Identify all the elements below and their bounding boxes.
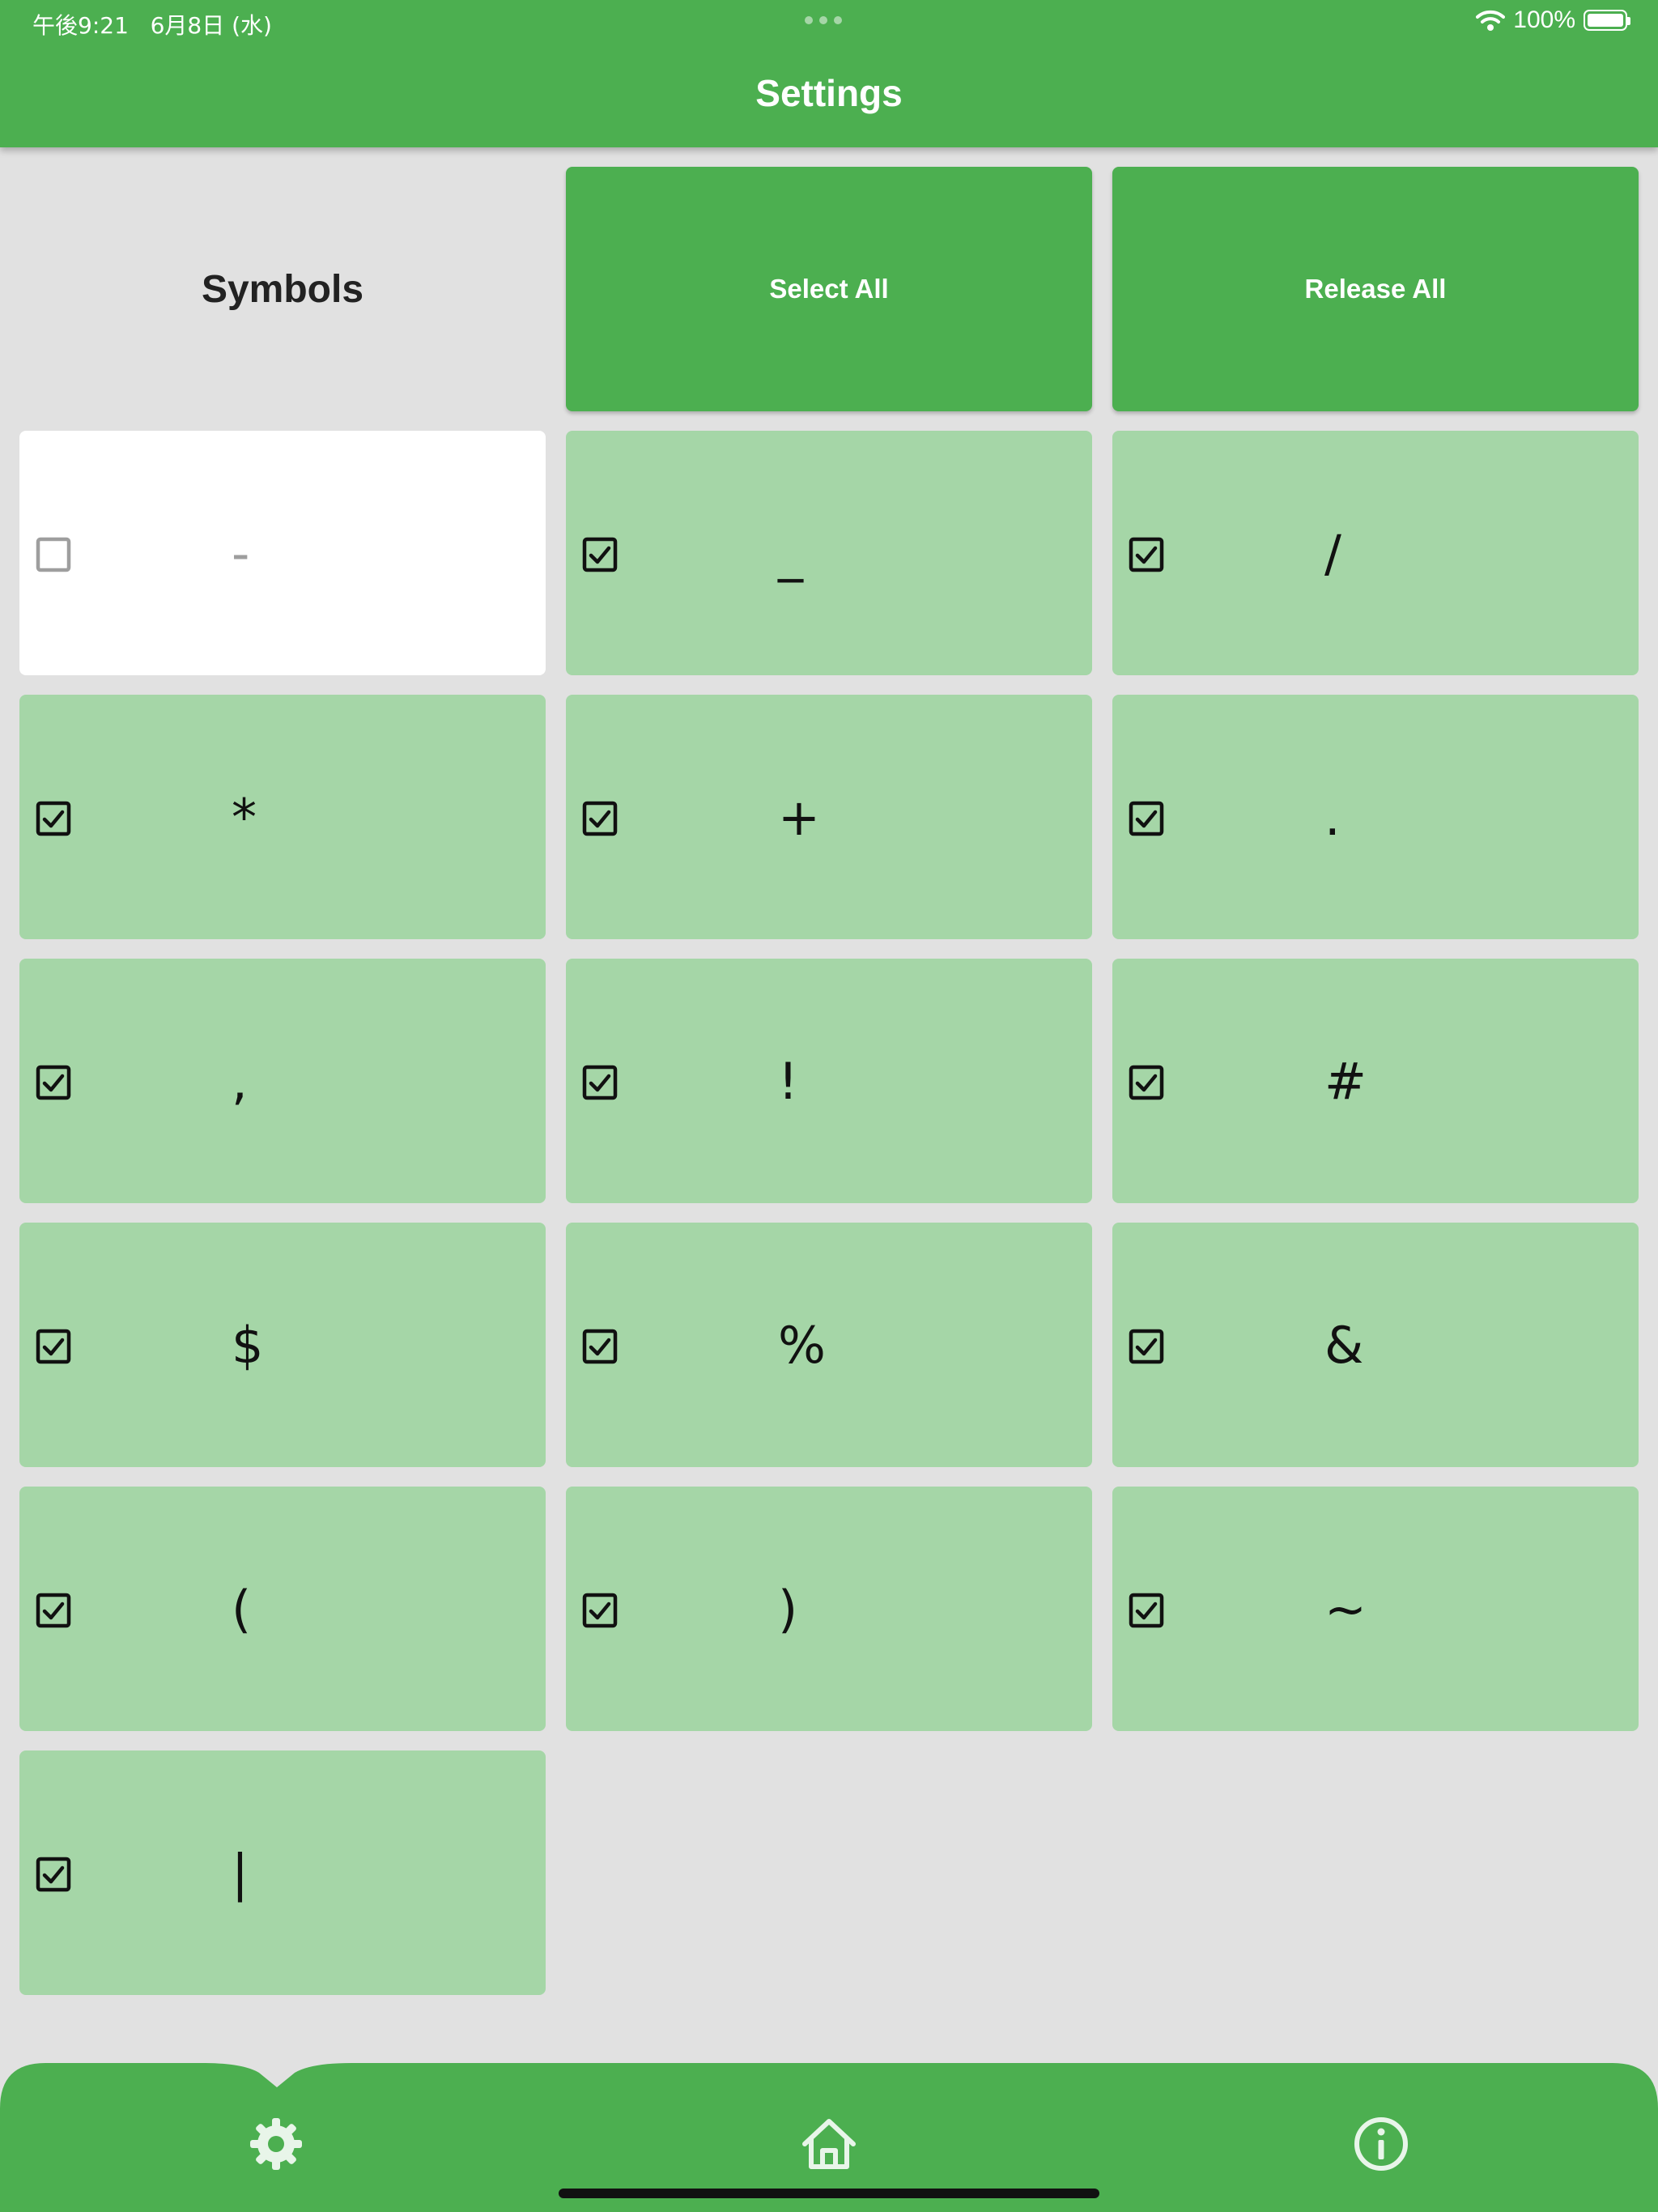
symbol-toggle[interactable]: * [19,695,546,939]
symbol-toggle[interactable]: ~ [1112,1487,1639,1731]
symbol-label: | [232,1843,249,1903]
checkbox-checked-icon[interactable] [1129,537,1164,572]
multitasking-dots[interactable] [805,16,842,24]
symbol-toggle[interactable]: | [19,1750,546,1995]
info-icon [1354,2117,1408,2171]
symbol-label: _ [778,523,803,583]
symbol-label: $ [232,1315,264,1375]
checkbox-checked-icon[interactable] [36,1857,71,1892]
symbol-label: - [232,523,250,583]
symbol-label: * [232,787,257,847]
symbol-toggle[interactable]: % [566,1223,1092,1467]
checkbox-checked-icon[interactable] [582,1329,618,1364]
battery-percent: 100% [1513,6,1575,33]
checkbox-checked-icon[interactable] [582,537,618,572]
checkbox-checked-icon[interactable] [582,801,618,836]
symbol-toggle[interactable]: ! [566,959,1092,1203]
symbol-toggle[interactable]: $ [19,1223,546,1467]
symbol-toggle[interactable]: - [19,431,546,675]
symbol-label: & [1324,1315,1364,1375]
checkbox-checked-icon[interactable] [582,1593,618,1628]
symbol-label: , [232,1051,248,1111]
checkbox-checked-icon[interactable] [1129,1593,1164,1628]
status-time: 午後9:21 6月8日 (水) [32,12,272,39]
checkbox-unchecked-icon[interactable] [36,537,71,572]
status-right: 100% [1476,6,1630,34]
checkbox-checked-icon[interactable] [582,1065,618,1100]
wifi-icon [1476,10,1506,31]
symbol-label: / [1324,523,1341,583]
checkbox-checked-icon[interactable] [36,1065,71,1100]
checkbox-checked-icon[interactable] [36,801,71,836]
symbol-toggle[interactable]: _ [566,431,1092,675]
battery-icon [1584,10,1630,31]
symbol-toggle[interactable]: , [19,959,546,1203]
symbol-toggle[interactable]: / [1112,431,1639,675]
symbol-toggle[interactable]: ( [19,1487,546,1731]
app-header: 午後9:21 6月8日 (水) 100% Settings [0,0,1658,147]
select-all-button[interactable]: Select All [566,167,1092,411]
nav-settings[interactable] [244,2112,308,2176]
symbol-label: ) [778,1579,798,1639]
symbol-label: ( [232,1579,252,1639]
symbol-label: # [1324,1051,1367,1111]
symbol-toggle[interactable]: + [566,695,1092,939]
release-all-button[interactable]: Release All [1112,167,1639,411]
symbol-toggle[interactable]: & [1112,1223,1639,1467]
symbol-label: + [778,787,820,847]
symbol-label: % [778,1315,826,1375]
section-label: Symbols [201,267,364,311]
nav-info[interactable] [1349,2112,1414,2176]
symbol-label: . [1324,787,1341,847]
checkbox-checked-icon[interactable] [1129,801,1164,836]
checkbox-checked-icon[interactable] [1129,1065,1164,1100]
checkbox-checked-icon[interactable] [36,1593,71,1628]
gear-icon [250,2118,302,2170]
symbol-label: ! [778,1051,798,1111]
nav-home[interactable] [797,2112,861,2176]
symbol-toggle[interactable]: . [1112,695,1639,939]
symbol-label: ~ [1324,1579,1367,1639]
home-icon [802,2119,856,2169]
page-title: Settings [755,72,903,114]
symbol-toggle[interactable]: ) [566,1487,1092,1731]
checkbox-checked-icon[interactable] [1129,1329,1164,1364]
home-indicator [559,2189,1099,2198]
symbol-toggle[interactable]: # [1112,959,1639,1203]
checkbox-checked-icon[interactable] [36,1329,71,1364]
